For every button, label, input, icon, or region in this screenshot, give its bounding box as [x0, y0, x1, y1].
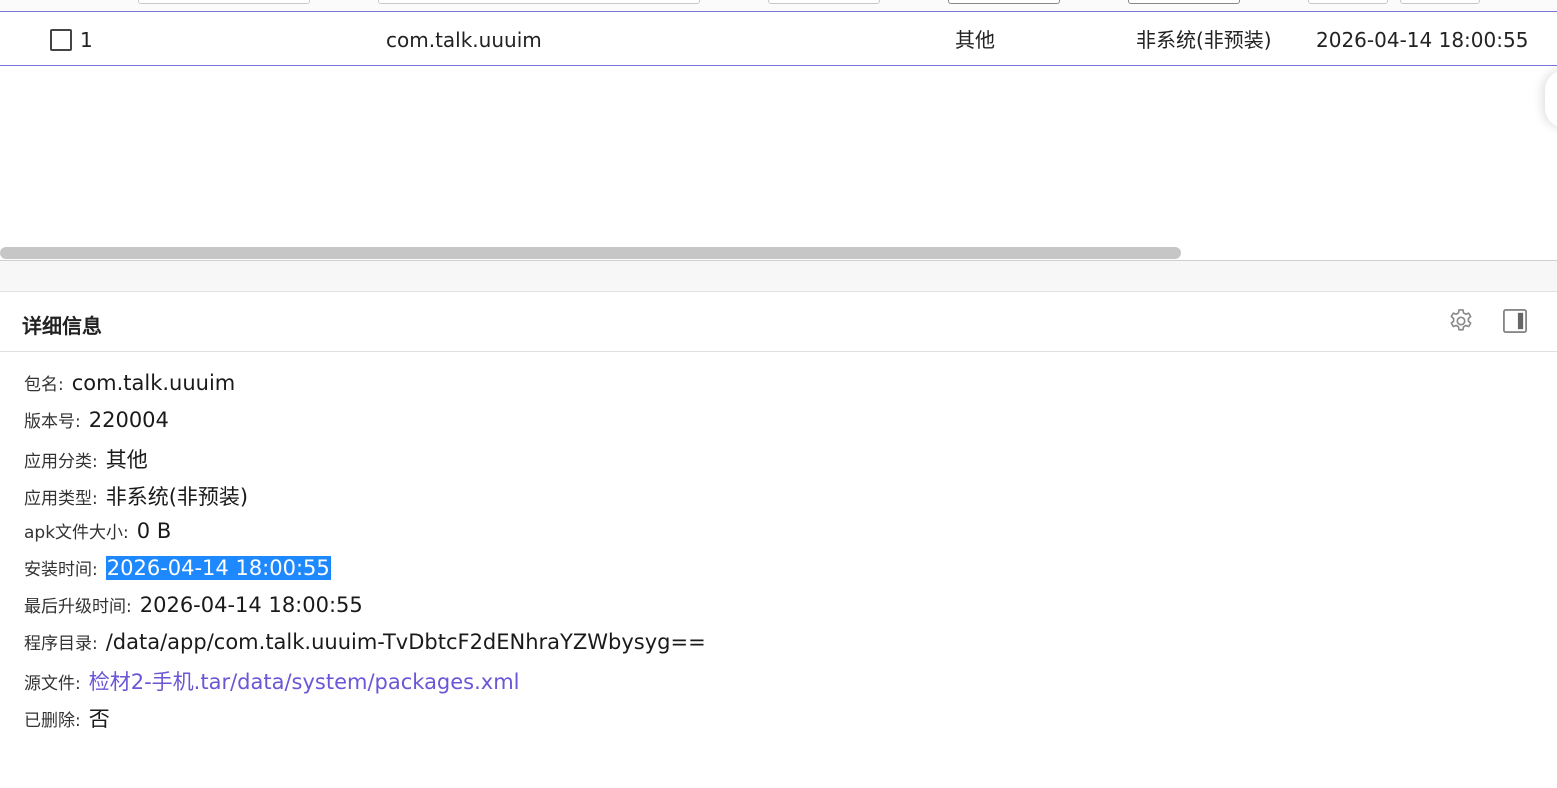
- splitter-bar[interactable]: [0, 260, 1557, 292]
- field-label: 包名:: [24, 375, 64, 395]
- field-value: 220004: [88, 408, 169, 432]
- row-category: 其他: [955, 28, 995, 52]
- field-last-update: 最后升级时间: 2026-04-14 18:00:55: [24, 592, 363, 622]
- header-filter-stub[interactable]: [138, 0, 310, 4]
- header-filter-stub[interactable]: [948, 0, 1060, 4]
- field-install-time: 安装时间: 2026-04-14 18:00:55: [24, 555, 331, 585]
- row-install-time: 2026-04-14 18:00:55: [1316, 28, 1529, 52]
- field-label: 应用分类:: [24, 452, 98, 472]
- field-label: 版本号:: [24, 412, 81, 432]
- field-deleted: 已删除: 否: [24, 703, 110, 733]
- panel-toggle-icon[interactable]: [1500, 306, 1530, 336]
- source-file-link[interactable]: 检材2-手机.tar/data/system/packages.xml: [89, 666, 520, 696]
- header-filter-stub[interactable]: [1128, 0, 1240, 4]
- table-row[interactable]: 1 com.talk.uuuim 其他 非系统(非预装) 2026-04-14 …: [0, 13, 1557, 66]
- field-value: /data/app/com.talk.uuuim-TvDbtcF2dENhraY…: [105, 630, 706, 654]
- field-value: 非系统(非预装): [105, 485, 249, 509]
- row-checkbox[interactable]: [50, 29, 72, 51]
- field-package: 包名: com.talk.uuuim: [24, 370, 235, 400]
- scrollbar-thumb[interactable]: [0, 247, 1181, 259]
- field-value: com.talk.uuuim: [71, 371, 236, 395]
- field-value: 2026-04-14 18:00:55: [139, 593, 363, 617]
- field-program-dir: 程序目录: /data/app/com.talk.uuuim-TvDbtcF2d…: [24, 629, 706, 659]
- side-panel-handle[interactable]: [1545, 70, 1557, 128]
- field-version: 版本号: 220004: [24, 407, 169, 437]
- field-label: 程序目录:: [24, 634, 98, 654]
- field-label: 安装时间:: [24, 560, 98, 580]
- field-value: 0 B: [136, 519, 172, 543]
- table-header-strip: [0, 0, 1557, 12]
- field-value: 否: [88, 707, 110, 731]
- header-filter-stub[interactable]: [378, 0, 700, 4]
- detail-title: 详细信息: [22, 314, 102, 338]
- field-label: 应用类型:: [24, 489, 98, 509]
- gear-icon[interactable]: [1446, 306, 1476, 336]
- detail-header: 详细信息: [0, 292, 1557, 352]
- header-filter-stub[interactable]: [1400, 0, 1480, 4]
- row-package: com.talk.uuuim: [386, 28, 542, 52]
- field-label: 最后升级时间:: [24, 597, 132, 617]
- field-app-type: 应用类型: 非系统(非预装): [24, 481, 248, 511]
- field-label: apk文件大小:: [24, 523, 129, 543]
- header-filter-stub[interactable]: [768, 0, 880, 4]
- row-index: 1: [80, 28, 93, 52]
- field-apk-size: apk文件大小: 0 B: [24, 518, 171, 548]
- header-filter-stub[interactable]: [1308, 0, 1388, 4]
- field-label: 已删除:: [24, 711, 81, 731]
- field-value-selected[interactable]: 2026-04-14 18:00:55: [105, 556, 331, 580]
- field-value: 其他: [105, 448, 148, 472]
- horizontal-scrollbar[interactable]: [0, 246, 1557, 260]
- field-source-file: 源文件: 检材2-手机.tar/data/system/packages.xml: [24, 666, 520, 696]
- field-label: 源文件:: [24, 674, 81, 694]
- field-category: 应用分类: 其他: [24, 444, 148, 474]
- row-app-type: 非系统(非预装): [1136, 28, 1272, 52]
